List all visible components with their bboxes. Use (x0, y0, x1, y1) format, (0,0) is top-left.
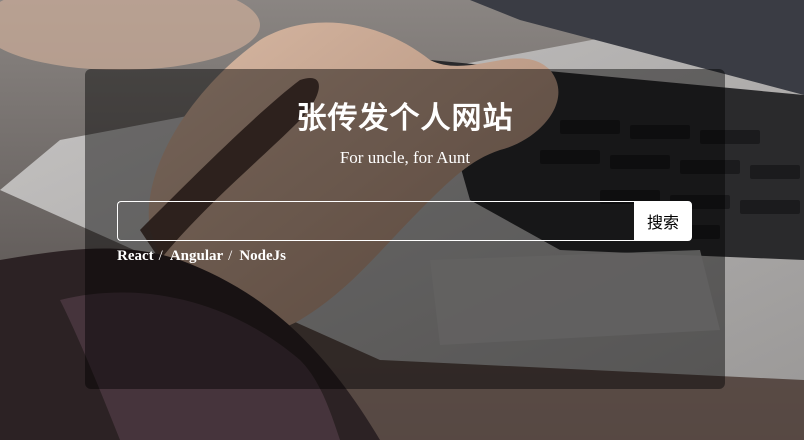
tag-separator: / (158, 247, 163, 264)
search-panel: 张传发个人网站 For uncle, for Aunt 搜索 React / A… (85, 69, 725, 389)
site-title: 张传发个人网站 (296, 101, 514, 136)
search-bar: 搜索 (117, 201, 692, 241)
search-input[interactable] (117, 201, 634, 241)
tag-angular[interactable]: Angular (170, 248, 223, 265)
tag-nodejs[interactable]: NodeJs (239, 248, 286, 265)
tag-separator: / (228, 247, 233, 264)
tag-links: React / Angular / NodeJs (117, 245, 286, 267)
tag-react[interactable]: React (117, 248, 154, 265)
site-subtitle: For uncle, for Aunt (339, 148, 471, 167)
search-button[interactable]: 搜索 (634, 201, 692, 241)
hero-section: 张传发个人网站 For uncle, for Aunt 搜索 React / A… (0, 0, 804, 440)
